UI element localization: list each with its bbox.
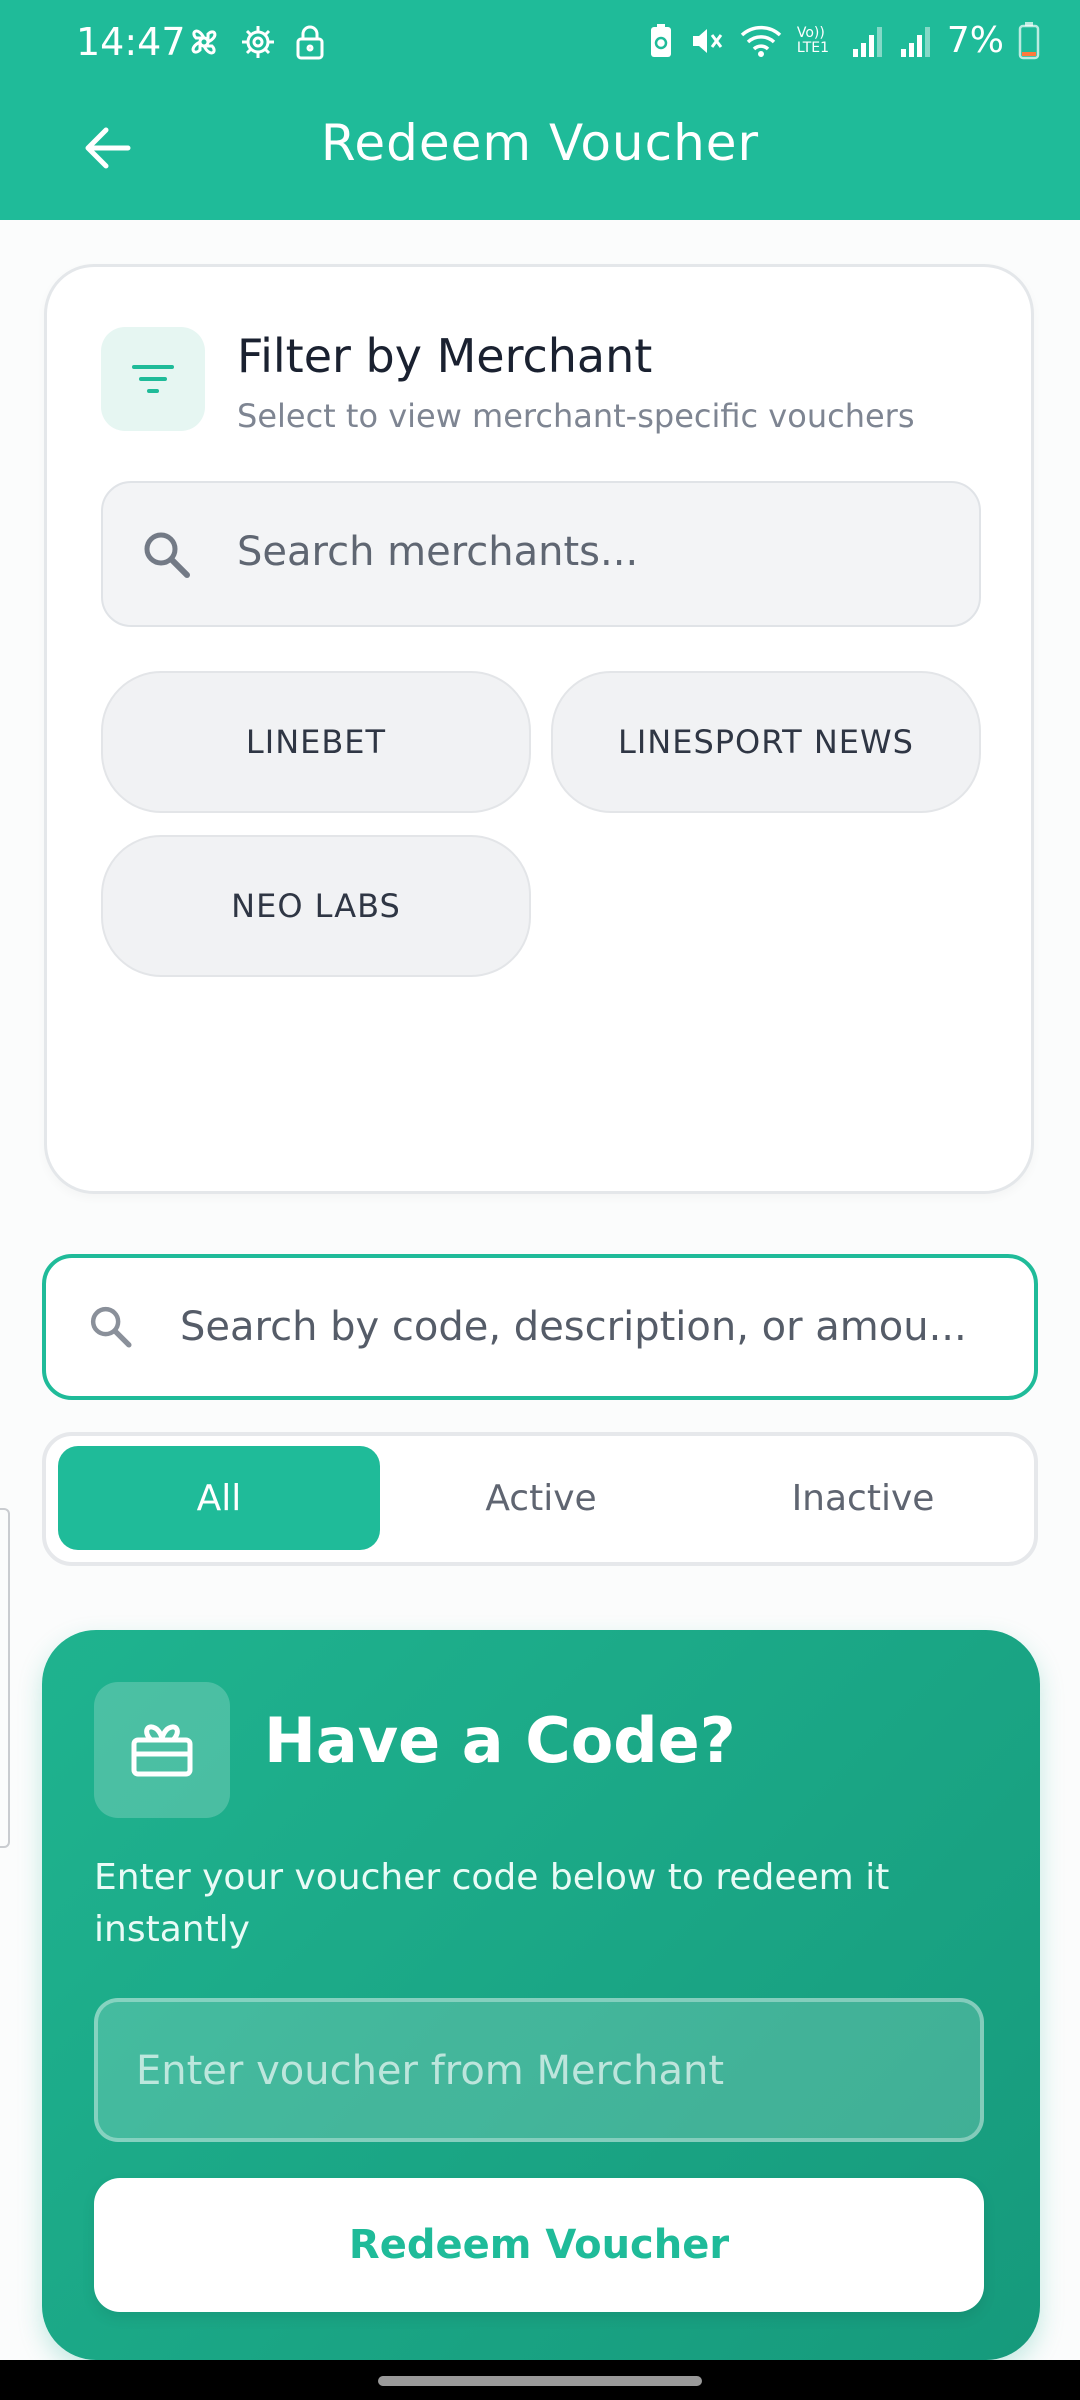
status-time: 14:47 bbox=[76, 20, 186, 64]
edge-panel-handle[interactable] bbox=[0, 1508, 10, 1848]
wifi-icon bbox=[740, 25, 782, 57]
voucher-code-placeholder: Enter voucher from Merchant bbox=[136, 2048, 725, 2094]
merchant-chip-linesport-news[interactable]: LINESPORT NEWS bbox=[551, 671, 981, 813]
voucher-search-input[interactable]: Search by code, description, or amou... bbox=[42, 1254, 1038, 1400]
page-title: Redeem Voucher bbox=[320, 114, 760, 172]
fan-icon bbox=[191, 29, 217, 55]
voucher-code-input[interactable]: Enter voucher from Merchant bbox=[94, 1998, 984, 2142]
gift-card-icon bbox=[131, 1724, 193, 1777]
filter-subtitle: Select to view merchant-specific voucher… bbox=[237, 397, 915, 435]
lte-label: Vo)) LTE1 bbox=[796, 24, 830, 56]
redeem-voucher-button[interactable]: Redeem Voucher bbox=[94, 2178, 984, 2312]
lock-icon bbox=[296, 25, 324, 60]
merchant-chip-linebet[interactable]: LINEBET bbox=[101, 671, 531, 813]
merchant-search-input[interactable]: Search merchants... bbox=[101, 481, 981, 627]
gift-icon-container bbox=[94, 1682, 230, 1818]
code-card-title: Have a Code? bbox=[264, 1704, 736, 1777]
mute-icon bbox=[692, 28, 723, 53]
search-icon bbox=[90, 1306, 132, 1348]
signal-icon bbox=[852, 26, 882, 57]
tab-active[interactable]: Active bbox=[380, 1446, 702, 1550]
merchant-search-placeholder: Search merchants... bbox=[237, 529, 639, 575]
filter-icon bbox=[132, 365, 174, 393]
filter-icon-container bbox=[101, 327, 205, 431]
merchant-chip-neo-labs[interactable]: NEO LABS bbox=[101, 835, 531, 977]
tab-all[interactable]: All bbox=[58, 1446, 380, 1550]
status-right-icons: Vo)) LTE1 7% bbox=[647, 20, 1040, 61]
battery-percent: 7% bbox=[946, 20, 1004, 61]
voucher-search-placeholder: Search by code, description, or amou... bbox=[180, 1304, 967, 1350]
home-gesture-handle[interactable] bbox=[378, 2376, 702, 2386]
system-nav-bar bbox=[0, 2360, 1080, 2400]
code-card-description: Enter your voucher code below to redeem … bbox=[94, 1857, 890, 1950]
signal-icon-2 bbox=[900, 26, 930, 57]
settings-icon bbox=[242, 26, 274, 58]
status-bar: 14:47 Vo)) LTE1 7% bbox=[0, 0, 1080, 90]
tab-inactive[interactable]: Inactive bbox=[702, 1446, 1024, 1550]
battery-saver-icon bbox=[650, 23, 671, 57]
redeem-code-card: Have a Code? Enter your voucher code bel… bbox=[42, 1630, 1040, 2360]
battery-icon bbox=[1018, 21, 1040, 59]
toolbar: Redeem Voucher bbox=[0, 100, 1080, 200]
status-tabs: All Active Inactive bbox=[42, 1432, 1038, 1566]
search-icon bbox=[144, 532, 190, 578]
merchant-filter-card: Filter by Merchant Select to view mercha… bbox=[44, 264, 1034, 1194]
app-header: 14:47 Vo)) LTE1 7% Redeem Voucher bbox=[0, 0, 1080, 220]
status-left-icons bbox=[184, 22, 328, 62]
filter-title: Filter by Merchant bbox=[237, 329, 653, 383]
